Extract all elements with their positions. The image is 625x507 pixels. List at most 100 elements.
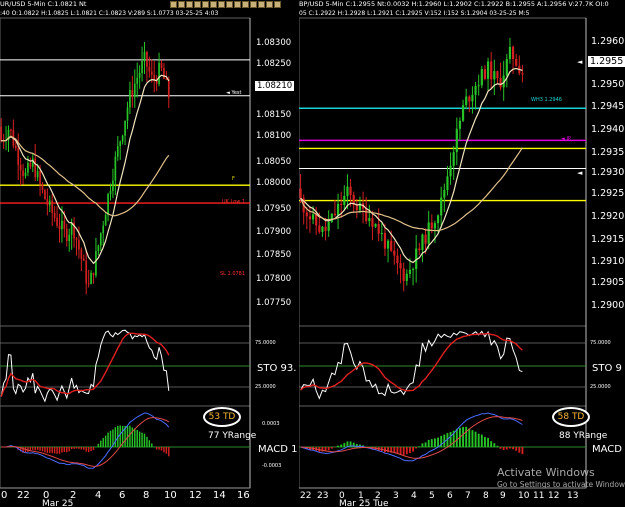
candle-body <box>390 240 393 251</box>
last-price-box: 1.08210 <box>254 80 296 92</box>
candle-body <box>424 234 427 244</box>
candle-body <box>48 200 51 206</box>
candle-body <box>386 240 390 249</box>
candle-body <box>521 73 524 75</box>
candle-body <box>63 220 66 229</box>
macd-line <box>300 412 523 462</box>
candle-body <box>468 96 471 102</box>
sto-25-label: 25.0000 <box>255 384 276 390</box>
candle-body <box>474 85 477 95</box>
candle-body <box>95 251 97 276</box>
x-tick: 14 <box>213 490 226 501</box>
candle-body <box>421 234 424 251</box>
candle-body <box>299 188 302 199</box>
candle-body <box>430 222 433 229</box>
candle-body <box>496 71 499 79</box>
x-tick: 6 <box>119 490 126 501</box>
candle-body <box>146 51 148 67</box>
candle-body <box>330 213 333 223</box>
candle-body <box>365 208 368 222</box>
x-tick: 0 <box>1 490 8 501</box>
yest-annotation: ◄ Yest <box>226 90 242 96</box>
candle-body <box>349 186 352 195</box>
candle-body <box>99 233 102 246</box>
price-tick: 1.07800 <box>256 274 292 284</box>
yrange-label: 88 YRange <box>559 431 608 441</box>
watermark-subtitle: Go to Settings to activate Windows. <box>497 480 625 489</box>
candle-body <box>471 94 474 102</box>
candle-body <box>116 146 119 157</box>
candle-body <box>87 283 90 285</box>
candle-body <box>34 158 37 178</box>
left-chart-pane[interactable]: UR/USD 5-Min C:1.0821 Nt :40 O:1.0822 H:… <box>0 0 298 507</box>
candle-body <box>46 199 49 206</box>
macd-neg-label: -0.0003 <box>262 463 282 469</box>
x-tick: 3 <box>393 491 399 501</box>
x-tick: 10 <box>164 490 177 501</box>
candle-body <box>163 68 165 79</box>
candle-body <box>121 135 124 142</box>
candle-body <box>393 250 396 256</box>
sto-d-line <box>300 332 523 392</box>
candle-body <box>109 191 112 195</box>
macd-signal-line <box>300 416 523 459</box>
yrange-label: 77 YRange <box>208 431 257 441</box>
candle-body <box>133 83 136 98</box>
candle-body <box>126 107 129 121</box>
candle-body <box>22 170 24 176</box>
candle-body <box>17 148 20 165</box>
candle-body <box>85 260 88 284</box>
candle-body <box>143 51 146 61</box>
right-chart-pane[interactable]: BP/USD 5-Min C:1.2955 Nt:0.0032 H:1.2960… <box>299 0 625 507</box>
candle-body <box>446 176 449 191</box>
price-tick: 1.08050 <box>256 157 292 167</box>
candle-body <box>136 77 139 84</box>
price-tick: 1.2910 <box>591 256 625 267</box>
candle-body <box>58 225 61 230</box>
candle-body <box>418 248 421 251</box>
candle-body <box>19 164 22 171</box>
candle-body <box>383 233 387 249</box>
candle-body <box>511 46 515 59</box>
candle-body <box>324 226 327 231</box>
candle-body <box>405 273 408 281</box>
sto-75-label: 75.0000 <box>255 340 276 346</box>
candle-body <box>75 238 78 241</box>
x-tick: 12 <box>189 490 202 501</box>
candle-body <box>371 218 374 227</box>
candle-body <box>399 263 402 269</box>
candle-body <box>150 71 153 75</box>
candle-body <box>336 203 340 216</box>
uk-low-annotation: UK Low 1 <box>222 199 246 205</box>
candle-body <box>452 152 455 166</box>
sto-indicator-label: STO 9 <box>592 363 622 374</box>
candle-body <box>14 145 17 149</box>
sma-long-line <box>1 135 170 217</box>
x-tick: 11 <box>533 491 545 501</box>
candle-body <box>124 120 126 136</box>
candle-body <box>440 197 443 216</box>
candle-body <box>0 127 3 141</box>
candle-body <box>31 158 34 167</box>
candle-body <box>155 80 158 84</box>
candle-body <box>65 228 68 241</box>
x-tick: 13 <box>567 491 579 501</box>
price-tick: 1.2930 <box>591 167 625 178</box>
candle-body <box>90 272 92 284</box>
candle-body <box>27 162 29 173</box>
candle-body <box>80 249 83 259</box>
price-tick: 1.2935 <box>591 147 625 158</box>
candle-body <box>41 184 44 191</box>
x-tick: 22 <box>300 491 312 501</box>
candle-body <box>327 222 330 231</box>
candle-body <box>119 141 122 147</box>
price-tick: 1.08100 <box>256 131 292 141</box>
x-tick: 16 <box>237 490 250 501</box>
price-tick: 1.07900 <box>256 227 292 237</box>
arrow-left-icon: ◄ <box>577 169 583 177</box>
price-tick: 1.08000 <box>256 178 292 188</box>
candle-body <box>396 255 399 264</box>
candle-body <box>458 120 462 129</box>
f-annotation: F <box>232 176 235 182</box>
candle-body <box>377 223 380 234</box>
